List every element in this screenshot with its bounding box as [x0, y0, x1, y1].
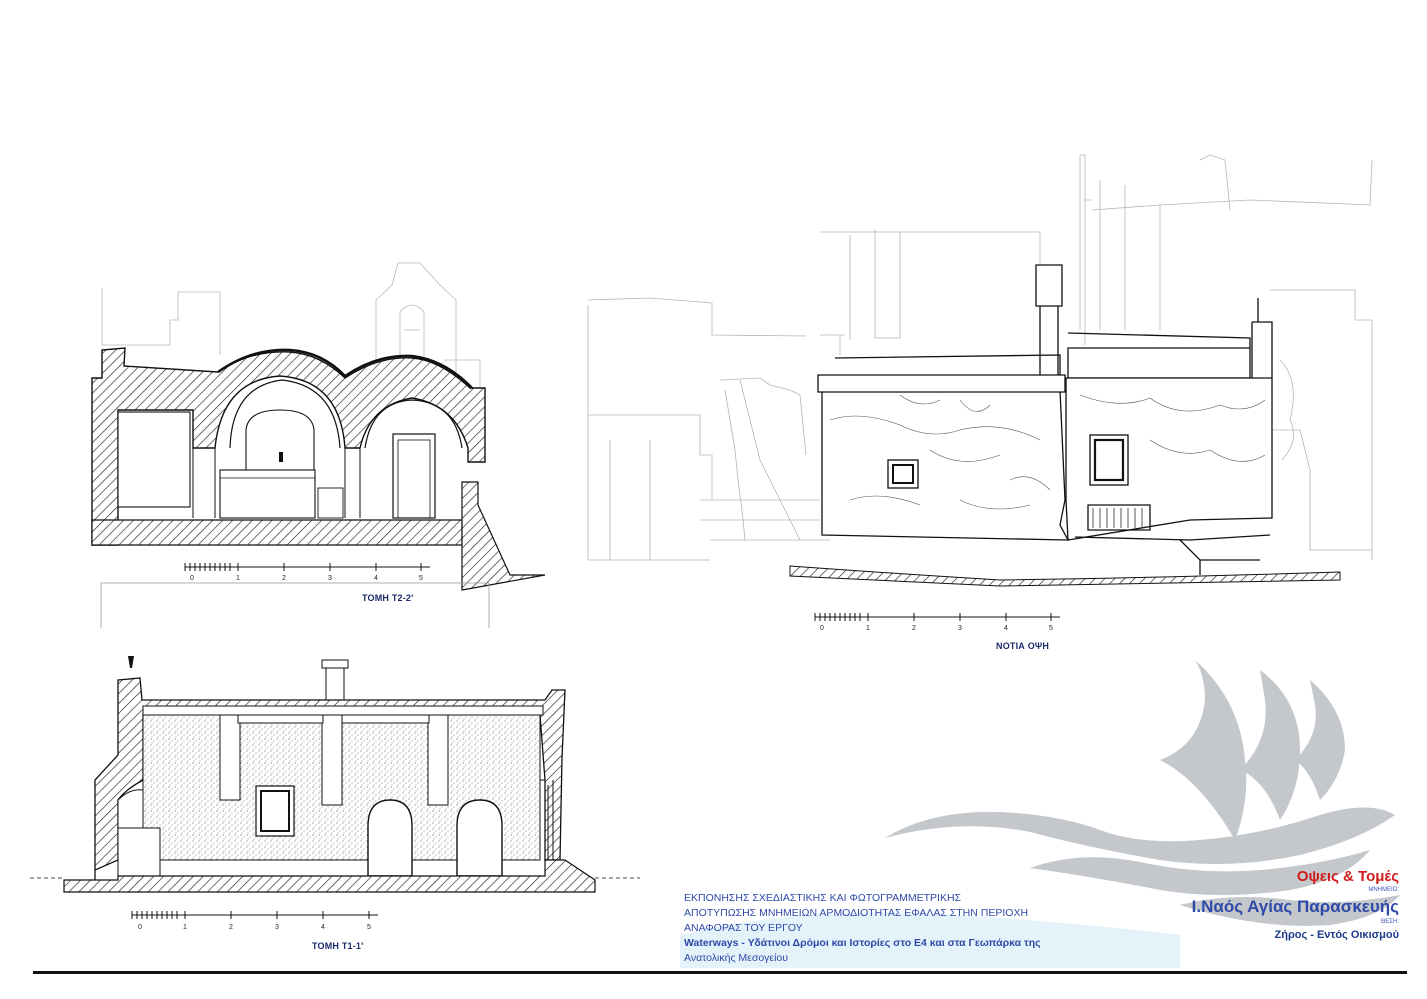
project-info-line1: ΕΚΠΟΝΗΣΗΣ ΣΧΕΔΙΑΣΤΙΚΗΣ ΚΑΙ ΦΩΤΟΓΡΑΜΜΕΤΡΙ… — [684, 892, 962, 904]
bottom-rule — [33, 971, 1407, 974]
south-elevation-label: ΝΟΤΙΑ ΟΨΗ — [996, 641, 1050, 651]
title-block: Οψεις & Τομές ΜΝΗΜΕΙΟ: Ι.Ναός Αγίας Παρα… — [1192, 868, 1399, 941]
scale-bar-t2: 0 1 2 3 4 5 — [184, 563, 430, 582]
section-t2-label: ΤΟΜΗ Τ2-2' — [362, 593, 414, 603]
scale-t1-tick-4: 4 — [321, 924, 325, 931]
scale-south-tick-3: 3 — [958, 625, 962, 632]
scale-t1-tick-1: 1 — [183, 924, 187, 931]
section-t1-label: ΤΟΜΗ Τ1-1' — [312, 941, 364, 951]
scale-t2-tick-3: 3 — [328, 575, 332, 582]
scale-t2-tick-0: 0 — [190, 575, 194, 582]
scale-t2-tick-5: 5 — [419, 575, 423, 582]
project-info-line2: ΑΠΟΤΥΠΩΣΗΣ ΜΝΗΜΕΙΩΝ ΑΡΜΟΔΙΟΤΗΤΑΣ ΕΦΑΛΑΣ … — [684, 907, 1029, 919]
location-name: Ζήρος - Εντός Οικισμού — [1274, 929, 1400, 941]
scale-bar-t1: 0 1 2 3 4 5 — [131, 911, 378, 931]
sheet-title: Οψεις & Τομές — [1296, 868, 1399, 885]
scale-south-tick-0: 0 — [820, 625, 824, 632]
section-t2-drawing — [91, 262, 546, 628]
scale-t1-tick-2: 2 — [229, 924, 233, 931]
scale-t1-tick-5: 5 — [367, 924, 371, 931]
scale-t2-tick-1: 1 — [236, 575, 240, 582]
location-caption: ΘΕΣΗ: — [1380, 919, 1399, 925]
project-info: ΕΚΠΟΝΗΣΗΣ ΣΧΕΔΙΑΣΤΙΚΗΣ ΚΑΙ ΦΩΤΟΓΡΑΜΜΕΤΡΙ… — [684, 891, 1104, 966]
monument-name: Ι.Ναός Αγίας Παρασκευής — [1191, 897, 1399, 916]
scale-bar-south: 0 1 2 3 4 5 — [814, 613, 1060, 632]
project-info-line5: Ανατολικής Μεσογείου — [684, 952, 789, 964]
monument-caption: ΜΝΗΜΕΙΟ: — [1368, 887, 1399, 893]
south-elevation-drawing — [587, 154, 1373, 587]
drawing-sheet: 0 1 2 3 4 5 0 1 2 3 4 5 0 1 2 3 4 5 — [30, 154, 1400, 968]
section-t1-drawing — [30, 656, 640, 893]
scale-t2-tick-4: 4 — [374, 575, 378, 582]
project-info-line4: Waterways - Υδάτινοι Δρόμοι και Ιστορίες… — [684, 937, 1041, 949]
scale-t1-tick-0: 0 — [138, 924, 142, 931]
project-info-line3: ΑΝΑΦΟΡΑΣ ΤΟΥ ΕΡΓΟΥ — [684, 922, 803, 934]
scale-south-tick-4: 4 — [1004, 625, 1008, 632]
scale-t1-tick-3: 3 — [275, 924, 279, 931]
scale-south-tick-5: 5 — [1049, 625, 1053, 632]
scale-south-tick-2: 2 — [912, 625, 916, 632]
scale-t2-tick-2: 2 — [282, 575, 286, 582]
scale-south-tick-1: 1 — [866, 625, 870, 632]
